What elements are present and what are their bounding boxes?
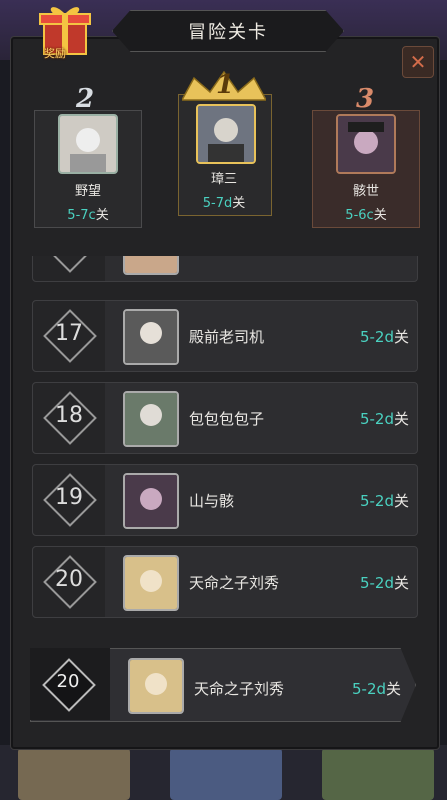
avatar [196, 104, 256, 164]
podium-third[interactable]: 3 骸世 5-6c关 [312, 84, 420, 228]
rank-badge-2: 2 [76, 84, 95, 114]
background-card [322, 748, 434, 800]
close-button[interactable]: ✕ [402, 46, 434, 78]
player-name: 野望 [74, 184, 101, 199]
avatar [123, 391, 179, 447]
avatar [128, 658, 184, 714]
my-rank-cell: 20 [30, 648, 110, 720]
player-name: 骸世 [352, 184, 379, 199]
rank-number: 17 [55, 321, 83, 346]
avatar [123, 473, 179, 529]
list-item[interactable]: 18 包包包包子 5-2d关 [32, 382, 418, 454]
rank-number: 20 [55, 567, 83, 592]
avatar [58, 114, 118, 174]
player-level: 5-2d关 [359, 328, 409, 346]
close-icon: ✕ [409, 50, 427, 74]
player-level: 5-2d关 [352, 680, 402, 698]
background-card [18, 748, 130, 800]
player-level: 5-2d关 [359, 410, 409, 428]
list-item[interactable]: 19 山与骸 5-2d关 [32, 464, 418, 536]
player-level: 5-2d关 [359, 574, 409, 592]
player-name: 山与骸 [189, 492, 235, 510]
rank-number: 20 [56, 671, 80, 692]
background-card [170, 748, 282, 800]
leaderboard-list[interactable]: 16 辛法 5-2d关 17 殿前老司机 5-2d关 18 包包包包子 5-2d… [22, 256, 426, 626]
avatar [123, 256, 179, 275]
player-level: 5-7d关 [202, 196, 246, 211]
player-level: 5-2d关 [359, 492, 409, 510]
podium-first[interactable]: 1 璋三 5-7d关 [172, 64, 276, 220]
player-name: 包包包包子 [189, 410, 265, 428]
rank-number: 19 [55, 485, 83, 510]
list-item[interactable]: 20 天命之子刘秀 5-2d关 [32, 546, 418, 618]
rank-number: 18 [55, 403, 83, 428]
rank-badge-3: 3 [356, 84, 375, 114]
page-title: 冒险关卡 [112, 10, 344, 52]
list-item[interactable]: 16 辛法 5-2d关 [32, 256, 418, 282]
reward-label: 奖励 [44, 47, 66, 60]
avatar [336, 114, 396, 174]
player-name: 天命之子刘秀 [189, 574, 280, 592]
avatar [123, 555, 179, 611]
player-level: 5-7c关 [67, 208, 109, 223]
avatar [123, 309, 179, 365]
rank-badge-1: 1 [216, 70, 235, 100]
list-item[interactable]: 17 殿前老司机 5-2d关 [32, 300, 418, 372]
player-name: 天命之子刘秀 [194, 680, 285, 698]
player-level: 5-6c关 [345, 208, 387, 223]
player-name: 璋三 [210, 172, 237, 187]
podium-second[interactable]: 2 野望 5-7c关 [34, 84, 142, 228]
player-name: 殿前老司机 [189, 328, 265, 346]
